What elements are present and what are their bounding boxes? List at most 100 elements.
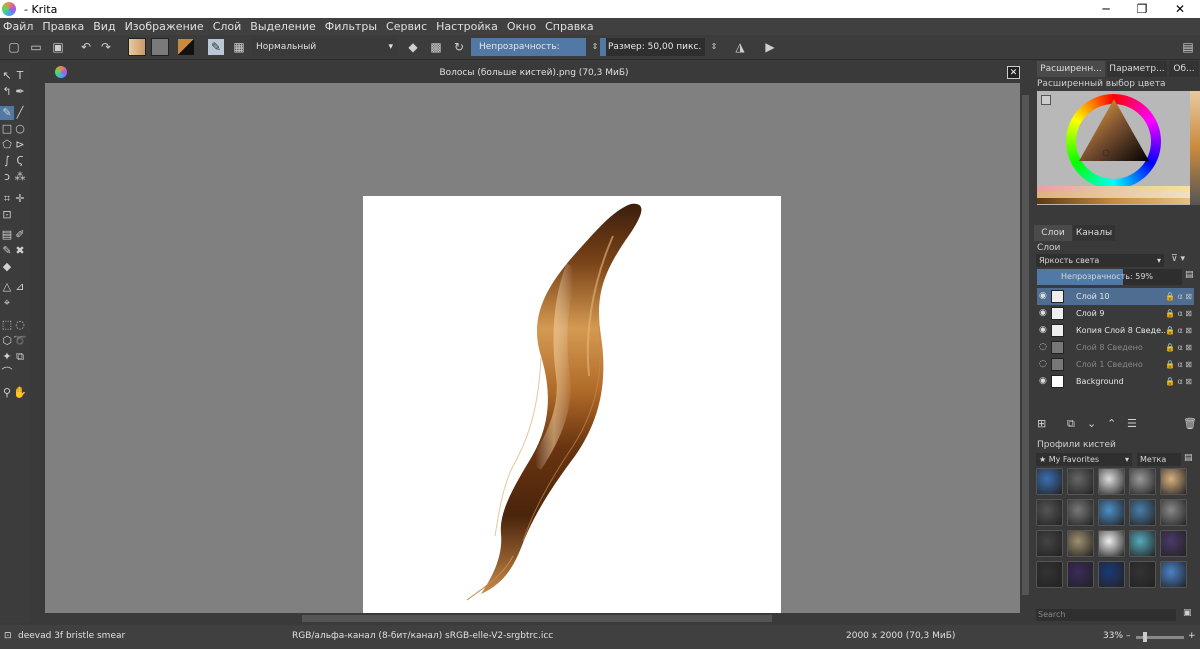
preset-view-icon[interactable]: ▤ (1184, 453, 1193, 463)
freehand-path-icon[interactable]: Ϛ (13, 154, 27, 168)
brush-preset-thumbnail[interactable] (1067, 561, 1094, 588)
ellipse-tool-icon[interactable]: ○ (13, 122, 27, 136)
layer-properties-list-icon[interactable]: ☰ (1127, 417, 1137, 430)
layer-blend-select[interactable]: Яркость света ▾ (1036, 254, 1164, 267)
text-tool-icon[interactable]: T (13, 69, 27, 83)
filter-icon[interactable]: ⊽ ▾ (1171, 254, 1185, 264)
layer-lock-icon[interactable]: 🔒 α ⊠ (1165, 373, 1192, 390)
layer-row[interactable]: ◉ Слой 10 🔒 α ⊠ (1037, 288, 1194, 305)
size-spin-icon[interactable]: ⇕ (706, 39, 722, 55)
brush-preset-thumbnail[interactable] (1129, 499, 1156, 526)
rect-select-icon[interactable]: ⬚ (0, 318, 14, 332)
blend-mode-select[interactable]: Нормальный ▾ (252, 38, 397, 56)
close-window-button[interactable]: ✕ (1162, 0, 1198, 18)
smart-patch-icon[interactable]: ✖ (13, 244, 27, 258)
pan-tool-icon[interactable]: ✋ (13, 386, 27, 400)
menu-image[interactable]: Изображение (125, 20, 204, 33)
maximize-button[interactable]: ❐ (1124, 0, 1160, 18)
menu-view[interactable]: Вид (93, 20, 115, 33)
zoom-slider[interactable] (1136, 632, 1184, 642)
zoom-tool-icon[interactable]: ⚲ (0, 386, 14, 400)
menu-select[interactable]: Выделение (250, 20, 316, 33)
menu-settings[interactable]: Настройка (436, 20, 498, 33)
edit-shapes-icon[interactable]: ↰ (0, 85, 14, 99)
fill-tool-icon[interactable]: ◆ (0, 260, 14, 274)
brush-preset-thumbnail[interactable] (1098, 468, 1125, 495)
vertical-scrollbar[interactable] (1020, 83, 1031, 613)
layer-lock-icon[interactable]: 🔒 α ⊠ (1165, 305, 1192, 322)
freehand-select-icon[interactable]: ➰ (13, 334, 27, 348)
minimize-button[interactable]: ─ (1088, 0, 1124, 18)
horizontal-scrollbar[interactable] (45, 613, 1020, 624)
tab-tool-options[interactable]: Параметр... (1107, 61, 1167, 77)
opacity-slider[interactable]: Непрозрачность: 100% (471, 38, 586, 56)
menu-help[interactable]: Справка (545, 20, 593, 33)
menu-window[interactable]: Окно (507, 20, 536, 33)
brush-preset-thumbnail[interactable] (1098, 561, 1125, 588)
preset-search-input[interactable]: Search (1036, 609, 1176, 621)
calligraphy-icon[interactable]: ✒ (13, 85, 27, 99)
reference-tool-icon[interactable]: ⌖ (0, 296, 14, 310)
brush-preset-thumbnail[interactable] (1067, 530, 1094, 557)
fg-bg-color-icon[interactable] (178, 39, 194, 55)
save-preset-icon[interactable]: ▣ (1183, 608, 1192, 618)
eye-hidden-icon[interactable]: ◌ (1039, 356, 1049, 373)
layer-opacity-slider[interactable]: Непрозрачность: 59% (1037, 269, 1182, 285)
gradient-swatch[interactable] (128, 38, 146, 56)
rectangle-tool-icon[interactable]: □ (0, 122, 14, 136)
tab-advanced-color[interactable]: Расширенн... (1037, 61, 1105, 77)
delete-layer-icon[interactable]: 🗑 (1183, 417, 1197, 430)
preset-label-button[interactable]: Метка (1137, 453, 1181, 466)
menu-filters[interactable]: Фильтры (325, 20, 377, 33)
brush-preset-thumbnail[interactable] (1129, 561, 1156, 588)
brush-preset-thumbnail[interactable] (1160, 530, 1187, 557)
brush-preset-thumbnail[interactable] (1067, 499, 1094, 526)
dynamic-brush-icon[interactable]: ↄ (0, 170, 14, 184)
eraser-icon[interactable]: ◆ (405, 39, 421, 55)
preset-tag-select[interactable]: ★ My Favorites ▾ (1036, 453, 1132, 466)
brush-preset-thumbnail[interactable] (1160, 499, 1187, 526)
toolbox-splitter[interactable] (30, 63, 45, 623)
eye-icon[interactable]: ◉ (1039, 288, 1049, 305)
color-picker-icon[interactable]: ✐ (13, 228, 27, 242)
size-slider[interactable]: Размер: 50,00 пикс. (600, 38, 705, 56)
layer-lock-icon[interactable]: 🔒 α ⊠ (1165, 288, 1192, 305)
brush-preset-thumbnail[interactable] (1036, 468, 1063, 495)
layer-lock-icon[interactable]: 🔒 α ⊠ (1165, 356, 1192, 373)
mirror-horizontal-icon[interactable]: ◮ (732, 39, 748, 55)
layer-row[interactable]: ◉ Background 🔒 α ⊠ (1037, 373, 1194, 390)
select-shapes-icon[interactable]: ↖ (0, 69, 14, 83)
brush-preset-thumbnail[interactable] (1129, 530, 1156, 557)
value-bar[interactable] (1037, 198, 1190, 204)
reload-preset-icon[interactable]: ↻ (451, 39, 467, 55)
duplicate-layer-icon[interactable]: ⧉ (1067, 417, 1075, 431)
bezier-select-icon[interactable]: ⌒ (0, 366, 14, 380)
bezier-tool-icon[interactable]: ∫ (0, 154, 14, 168)
brush-preset-thumbnail[interactable] (1160, 561, 1187, 588)
color-settings-icon[interactable] (1041, 95, 1051, 105)
polygon-select-icon[interactable]: ⬡ (0, 334, 14, 348)
polygon-tool-icon[interactable]: ⬠ (0, 138, 14, 152)
undo-icon[interactable]: ↶ (78, 39, 94, 55)
zoom-out-icon[interactable]: – (1126, 631, 1131, 641)
brush-preset-thumbnail[interactable] (1098, 530, 1125, 557)
freehand-brush-icon[interactable]: ✎ (0, 106, 14, 120)
workspace-switcher-icon[interactable]: ▤ (1180, 39, 1196, 55)
brush-preset-thumbnail[interactable] (1129, 468, 1156, 495)
menu-layer[interactable]: Слой (213, 20, 242, 33)
layer-lock-icon[interactable]: 🔒 α ⊠ (1165, 339, 1192, 356)
layer-lock-icon[interactable]: 🔒 α ⊠ (1165, 322, 1192, 339)
move-layer-up-icon[interactable]: ⌃ (1107, 417, 1116, 430)
colorize-mask-icon[interactable]: ✎ (0, 244, 14, 258)
eye-icon[interactable]: ◉ (1039, 373, 1049, 390)
tab-overview[interactable]: Об... (1169, 61, 1199, 77)
similar-select-icon[interactable]: ⧉ (13, 350, 27, 364)
move-tool-icon[interactable]: ✛ (13, 192, 27, 206)
contiguous-select-icon[interactable]: ✦ (0, 350, 14, 364)
menu-file[interactable]: Файл (3, 20, 33, 33)
vertical-scroll-thumb[interactable] (1022, 95, 1029, 595)
ellipse-select-icon[interactable]: ◌ (13, 318, 27, 332)
gradient-tool-icon[interactable]: ▤ (0, 228, 14, 242)
pattern-swatch[interactable] (151, 38, 169, 56)
canvas-paper[interactable] (363, 196, 781, 613)
